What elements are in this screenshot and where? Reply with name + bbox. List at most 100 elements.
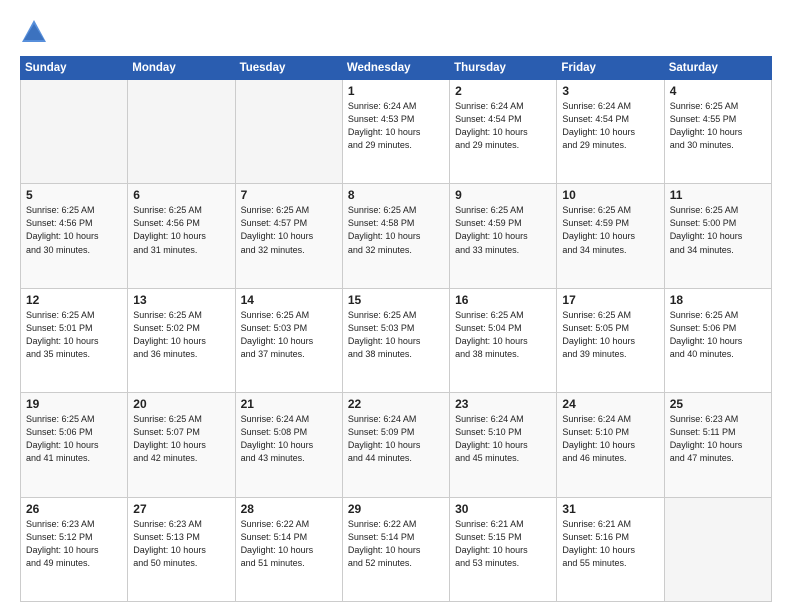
calendar-cell: 12 Sunrise: 6:25 AM Sunset: 5:01 PM Dayli… [21,288,128,392]
calendar-cell [664,497,771,601]
calendar-cell: 11 Sunrise: 6:25 AM Sunset: 5:00 PM Dayli… [664,184,771,288]
day-number: 23 [455,397,551,411]
day-info: Sunrise: 6:23 AM Sunset: 5:13 PM Dayligh… [133,518,229,570]
day-number: 31 [562,502,658,516]
calendar-cell: 19 Sunrise: 6:25 AM Sunset: 5:06 PM Dayli… [21,393,128,497]
day-info: Sunrise: 6:23 AM Sunset: 5:12 PM Dayligh… [26,518,122,570]
page: SundayMondayTuesdayWednesdayThursdayFrid… [0,0,792,612]
calendar-cell: 18Sunrise: 6:25 AM Sunset: 5:06 PM Dayli… [664,288,771,392]
calendar-cell: 5 Sunrise: 6:25 AM Sunset: 4:56 PM Daylig… [21,184,128,288]
day-info: Sunrise: 6:25 AM Sunset: 5:04 PM Dayligh… [455,309,551,361]
day-info: Sunrise: 6:25 AM Sunset: 5:03 PM Dayligh… [241,309,337,361]
day-number: 6 [133,188,229,202]
calendar-cell [21,80,128,184]
calendar-cell: 31 Sunrise: 6:21 AM Sunset: 5:16 PM Dayli… [557,497,664,601]
calendar-cell: 26 Sunrise: 6:23 AM Sunset: 5:12 PM Dayli… [21,497,128,601]
day-number: 28 [241,502,337,516]
header [20,18,772,46]
day-number: 24 [562,397,658,411]
day-header-friday: Friday [557,57,664,80]
day-info: Sunrise: 6:25 AM Sunset: 5:06 PM Dayligh… [670,309,766,361]
day-number: 11 [670,188,766,202]
calendar-cell: 13 Sunrise: 6:25 AM Sunset: 5:02 PM Dayli… [128,288,235,392]
day-number: 13 [133,293,229,307]
day-number: 1 [348,84,444,98]
day-info: Sunrise: 6:25 AM Sunset: 4:58 PM Dayligh… [348,204,444,256]
day-header-monday: Monday [128,57,235,80]
day-number: 4 [670,84,766,98]
day-info: Sunrise: 6:25 AM Sunset: 5:01 PM Dayligh… [26,309,122,361]
calendar-cell: 23 Sunrise: 6:24 AM Sunset: 5:10 PM Dayli… [450,393,557,497]
day-number: 27 [133,502,229,516]
day-number: 12 [26,293,122,307]
calendar-cell: 30 Sunrise: 6:21 AM Sunset: 5:15 PM Dayli… [450,497,557,601]
day-info: Sunrise: 6:25 AM Sunset: 5:06 PM Dayligh… [26,413,122,465]
day-number: 9 [455,188,551,202]
logo [20,18,52,46]
header-row: SundayMondayTuesdayWednesdayThursdayFrid… [21,57,772,80]
day-number: 25 [670,397,766,411]
calendar-cell: 25Sunrise: 6:23 AM Sunset: 5:11 PM Dayli… [664,393,771,497]
day-info: Sunrise: 6:24 AM Sunset: 4:54 PM Dayligh… [455,100,551,152]
day-info: Sunrise: 6:25 AM Sunset: 4:57 PM Dayligh… [241,204,337,256]
day-info: Sunrise: 6:24 AM Sunset: 5:09 PM Dayligh… [348,413,444,465]
day-number: 2 [455,84,551,98]
day-number: 17 [562,293,658,307]
day-info: Sunrise: 6:25 AM Sunset: 5:07 PM Dayligh… [133,413,229,465]
week-row-2: 12 Sunrise: 6:25 AM Sunset: 5:01 PM Dayli… [21,288,772,392]
calendar-cell: 15 Sunrise: 6:25 AM Sunset: 5:03 PM Dayli… [342,288,449,392]
calendar-cell: 10 Sunrise: 6:25 AM Sunset: 4:59 PM Dayli… [557,184,664,288]
day-info: Sunrise: 6:25 AM Sunset: 5:00 PM Dayligh… [670,204,766,256]
day-info: Sunrise: 6:25 AM Sunset: 5:03 PM Dayligh… [348,309,444,361]
calendar-cell: 4 Sunrise: 6:25 AM Sunset: 4:55 PM Daylig… [664,80,771,184]
calendar-cell: 1 Sunrise: 6:24 AM Sunset: 4:53 PM Daylig… [342,80,449,184]
day-info: Sunrise: 6:25 AM Sunset: 4:55 PM Dayligh… [670,100,766,152]
calendar-cell: 17 Sunrise: 6:25 AM Sunset: 5:05 PM Dayli… [557,288,664,392]
calendar-cell: 14 Sunrise: 6:25 AM Sunset: 5:03 PM Dayli… [235,288,342,392]
day-info: Sunrise: 6:21 AM Sunset: 5:15 PM Dayligh… [455,518,551,570]
day-info: Sunrise: 6:25 AM Sunset: 4:56 PM Dayligh… [133,204,229,256]
calendar-cell: 28 Sunrise: 6:22 AM Sunset: 5:14 PM Dayli… [235,497,342,601]
day-number: 19 [26,397,122,411]
calendar: SundayMondayTuesdayWednesdayThursdayFrid… [20,56,772,602]
calendar-cell: 27 Sunrise: 6:23 AM Sunset: 5:13 PM Dayli… [128,497,235,601]
day-number: 26 [26,502,122,516]
day-info: Sunrise: 6:25 AM Sunset: 4:59 PM Dayligh… [455,204,551,256]
day-info: Sunrise: 6:21 AM Sunset: 5:16 PM Dayligh… [562,518,658,570]
day-number: 5 [26,188,122,202]
calendar-cell: 8Sunrise: 6:25 AM Sunset: 4:58 PM Daylig… [342,184,449,288]
day-info: Sunrise: 6:25 AM Sunset: 5:02 PM Dayligh… [133,309,229,361]
day-number: 7 [241,188,337,202]
week-row-3: 19 Sunrise: 6:25 AM Sunset: 5:06 PM Dayli… [21,393,772,497]
calendar-cell [128,80,235,184]
calendar-cell: 7 Sunrise: 6:25 AM Sunset: 4:57 PM Daylig… [235,184,342,288]
day-info: Sunrise: 6:25 AM Sunset: 4:56 PM Dayligh… [26,204,122,256]
day-number: 3 [562,84,658,98]
day-header-sunday: Sunday [21,57,128,80]
week-row-1: 5 Sunrise: 6:25 AM Sunset: 4:56 PM Daylig… [21,184,772,288]
day-info: Sunrise: 6:24 AM Sunset: 5:10 PM Dayligh… [562,413,658,465]
day-info: Sunrise: 6:22 AM Sunset: 5:14 PM Dayligh… [241,518,337,570]
day-header-wednesday: Wednesday [342,57,449,80]
calendar-cell: 29 Sunrise: 6:22 AM Sunset: 5:14 PM Dayli… [342,497,449,601]
day-info: Sunrise: 6:25 AM Sunset: 4:59 PM Dayligh… [562,204,658,256]
day-info: Sunrise: 6:24 AM Sunset: 5:10 PM Dayligh… [455,413,551,465]
day-number: 16 [455,293,551,307]
day-number: 10 [562,188,658,202]
calendar-cell: 22Sunrise: 6:24 AM Sunset: 5:09 PM Dayli… [342,393,449,497]
day-number: 14 [241,293,337,307]
day-number: 21 [241,397,337,411]
day-number: 30 [455,502,551,516]
calendar-cell: 24 Sunrise: 6:24 AM Sunset: 5:10 PM Dayli… [557,393,664,497]
logo-icon [20,18,48,46]
day-number: 15 [348,293,444,307]
calendar-cell: 6 Sunrise: 6:25 AM Sunset: 4:56 PM Daylig… [128,184,235,288]
day-number: 29 [348,502,444,516]
day-info: Sunrise: 6:24 AM Sunset: 4:53 PM Dayligh… [348,100,444,152]
calendar-cell [235,80,342,184]
calendar-cell: 9 Sunrise: 6:25 AM Sunset: 4:59 PM Daylig… [450,184,557,288]
calendar-cell: 16 Sunrise: 6:25 AM Sunset: 5:04 PM Dayli… [450,288,557,392]
day-info: Sunrise: 6:25 AM Sunset: 5:05 PM Dayligh… [562,309,658,361]
day-info: Sunrise: 6:22 AM Sunset: 5:14 PM Dayligh… [348,518,444,570]
week-row-0: 1 Sunrise: 6:24 AM Sunset: 4:53 PM Daylig… [21,80,772,184]
